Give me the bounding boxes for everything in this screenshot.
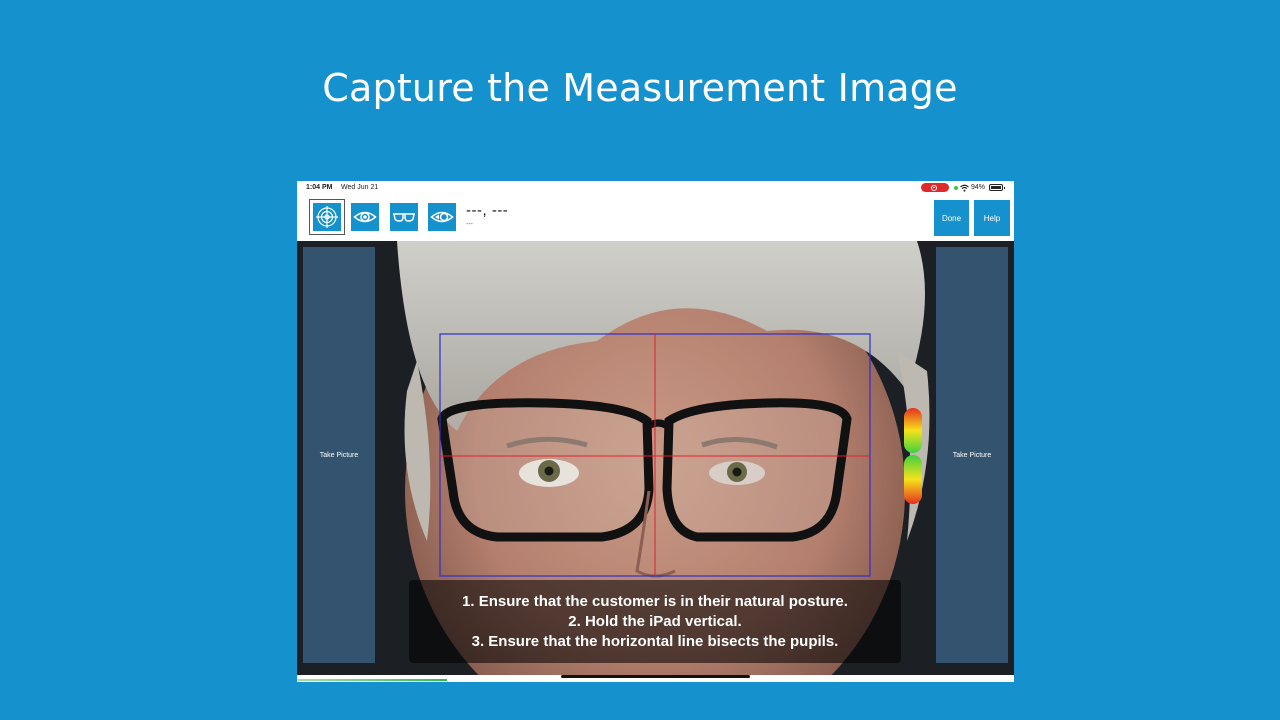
eye-tracking-icon [430, 211, 454, 223]
measurement-subreadout: --- [466, 221, 473, 228]
level-indicator-bottom [904, 455, 922, 504]
instruction-line: 1. Ensure that the customer is in their … [462, 592, 848, 610]
tool-eye[interactable] [351, 203, 379, 231]
instruction-line: 3. Ensure that the horizontal line bisec… [471, 632, 839, 650]
bottom-bar [297, 675, 1014, 682]
screen-record-icon[interactable] [921, 183, 949, 192]
take-picture-button-right[interactable]: Take Picture [936, 247, 1008, 663]
eye-icon [353, 211, 377, 223]
tool-crosshair-target[interactable] [309, 199, 345, 235]
progress-strip [297, 679, 447, 681]
take-picture-button-left[interactable]: Take Picture [303, 247, 375, 663]
measurement-readout: ---, --- [466, 202, 509, 219]
tool-glasses[interactable] [390, 203, 418, 231]
instructions-panel: 1. Ensure that the customer is in their … [409, 580, 901, 663]
crosshair-target-icon [316, 206, 338, 228]
camera-in-use-icon [954, 186, 958, 190]
toolbar: ---, --- --- Done Help [297, 195, 1014, 241]
page-headline: Capture the Measurement Image [322, 66, 958, 110]
status-time: 1:04 PM [306, 184, 333, 191]
camera-preview: Take Picture Take Picture 1. Ensure that… [297, 241, 1014, 675]
help-button[interactable]: Help [974, 200, 1010, 236]
status-date: Wed Jun 21 [341, 184, 379, 191]
level-indicator-top [904, 408, 922, 453]
done-button[interactable]: Done [934, 200, 969, 236]
wifi-icon [960, 184, 969, 192]
glasses-icon [393, 213, 415, 222]
battery-icon [989, 184, 1005, 191]
status-bar: 1:04 PM Wed Jun 21 94% [297, 181, 1014, 195]
tool-eye-tracking[interactable] [428, 203, 456, 231]
instruction-line: 2. Hold the iPad vertical. [568, 612, 742, 630]
ipad-screen: 1:04 PM Wed Jun 21 94% ---, --- --- Done… [297, 181, 1014, 682]
home-indicator[interactable] [561, 675, 750, 678]
battery-percent: 94% [971, 184, 986, 191]
